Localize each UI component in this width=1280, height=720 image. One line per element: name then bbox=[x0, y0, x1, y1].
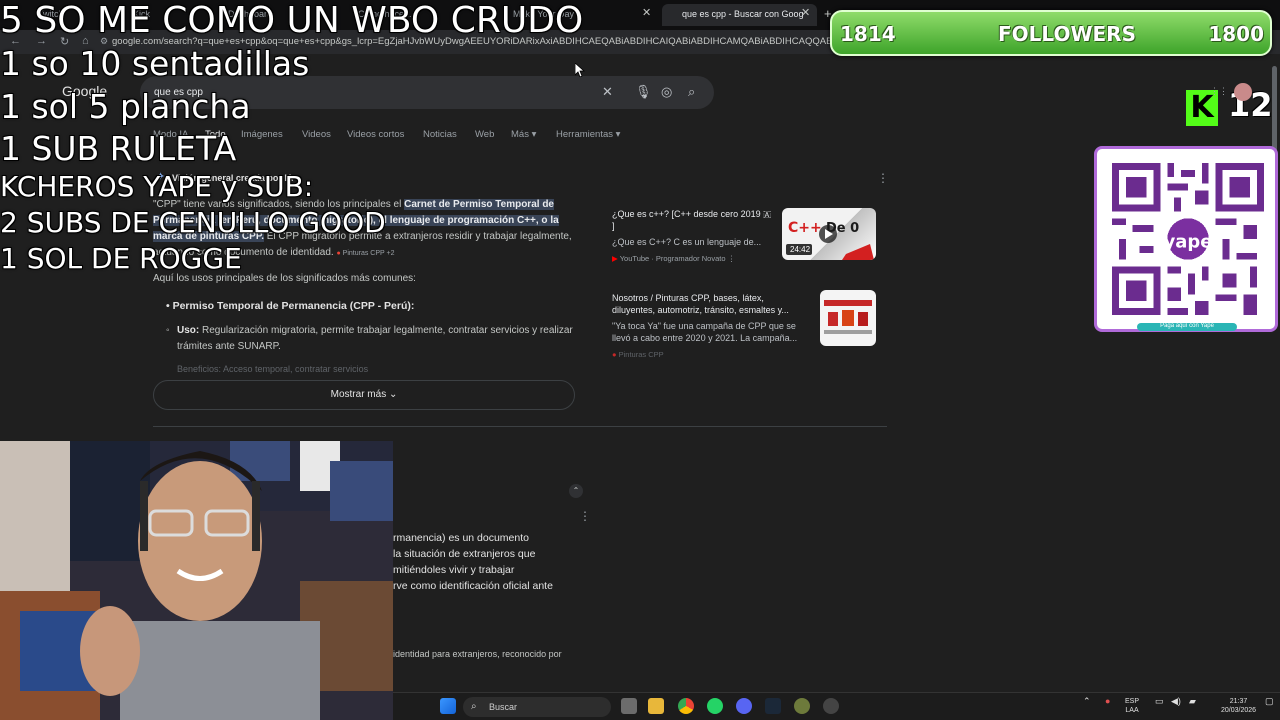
use-label: Uso: bbox=[177, 325, 200, 336]
overlay-line: 2 SUBS DE CENULLO GOOD bbox=[0, 206, 386, 239]
bullet-icon: ◦ bbox=[166, 325, 170, 336]
card-source-label: YouTube · Programador Novato bbox=[619, 254, 726, 263]
apps-grid-icon[interactable]: ⋮⋮ bbox=[1210, 86, 1228, 97]
filter-short-videos[interactable]: Videos cortos bbox=[347, 129, 404, 140]
more-vert-icon[interactable]: ⋮ bbox=[877, 171, 889, 185]
video-thumbnail[interactable]: C++ De 0 24:42 bbox=[782, 208, 876, 260]
tray-chevron-icon[interactable]: ⌃ bbox=[1083, 697, 1091, 706]
faded-text: Beneficios: Acceso temporal, contratar s… bbox=[177, 364, 369, 374]
overlay-line: 1 SOL DE ROGGE bbox=[0, 242, 242, 275]
site-favicon-icon: ● bbox=[612, 350, 617, 359]
pinturas-thumbnail[interactable] bbox=[820, 290, 876, 346]
card-title: Nosotros / Pinturas CPP, bases, látex, d… bbox=[612, 293, 789, 315]
filter-videos[interactable]: Videos bbox=[302, 129, 331, 140]
clock-date: 20/03/2026 bbox=[1221, 707, 1257, 714]
filter-images[interactable]: Imágenes bbox=[241, 129, 283, 140]
clock-time: 21:37 bbox=[1229, 698, 1248, 705]
card-source: ● Pinturas CPP bbox=[612, 350, 882, 359]
overlay-line: 1 so 10 sentadillas bbox=[0, 44, 310, 83]
yape-qr-panel: yape Paga aquí con Yape bbox=[1094, 146, 1278, 332]
windows-start-icon[interactable] bbox=[440, 698, 456, 714]
volume-icon[interactable]: ◀) bbox=[1171, 697, 1181, 706]
divider bbox=[153, 426, 887, 427]
avatar[interactable] bbox=[1234, 83, 1252, 101]
lower-line: rve como identificación oficial ante bbox=[393, 580, 553, 592]
filter-tools[interactable]: Herramientas ▾ bbox=[556, 129, 620, 140]
obs-icon[interactable] bbox=[823, 698, 839, 714]
lower-small-line: identidad para extranjeros, reconocido p… bbox=[393, 649, 562, 659]
filter-web[interactable]: Web bbox=[475, 129, 494, 140]
steam-icon[interactable] bbox=[765, 698, 781, 714]
network-icon[interactable]: ▭ bbox=[1155, 697, 1164, 706]
lang-bottom: LAA bbox=[1125, 707, 1139, 714]
discord-icon[interactable] bbox=[736, 698, 752, 714]
app-icon[interactable] bbox=[794, 698, 810, 714]
followers-current: 1814 bbox=[840, 22, 896, 46]
lens-icon[interactable]: ◎ bbox=[661, 84, 672, 100]
tab-label: que es cpp - Buscar con Goog bbox=[682, 9, 804, 19]
webcam-image bbox=[0, 441, 393, 720]
source-chip[interactable]: ● Pinturas CPP +2 bbox=[336, 250, 394, 257]
source-dot-icon: ● bbox=[336, 250, 341, 257]
battery-icon[interactable]: ▰ bbox=[1189, 697, 1196, 706]
lower-line: mitiéndoles vivir y trabajar bbox=[393, 564, 515, 576]
ai-use-text: ◦ Uso: Regularización migratoria, permite… bbox=[166, 323, 577, 355]
overlay-line: KCHEROS YAPE y SUB: bbox=[0, 170, 314, 203]
mic-icon[interactable]: 🎙 bbox=[635, 84, 652, 100]
filter-news[interactable]: Noticias bbox=[423, 129, 457, 140]
card-title: ¿Que es c++? [C++ desde cero 2019 🇦 ] bbox=[612, 209, 772, 231]
overlay-line: 1 sol 5 plancha bbox=[0, 87, 251, 126]
clock[interactable]: 21:37 20/03/2026 bbox=[1221, 697, 1256, 715]
svg-text:C++: C++ bbox=[788, 220, 822, 236]
scrollbar-thumb[interactable] bbox=[1272, 66, 1277, 156]
mic-icon[interactable]: ● bbox=[1105, 697, 1110, 706]
pinturas-thumbnail-art bbox=[824, 300, 872, 334]
cursor-icon bbox=[575, 63, 585, 77]
file-explorer-icon[interactable] bbox=[648, 698, 664, 714]
screen: Twitch Kick Dashboard Cómo hacer... Make… bbox=[0, 0, 1280, 720]
webcam-feed bbox=[0, 441, 393, 720]
followers-goal: 1800 bbox=[1208, 22, 1264, 46]
ai-bullet-label: Permiso Temporal de Permanencia (CPP - P… bbox=[172, 300, 415, 312]
use-text: Regularización migratoria, permite traba… bbox=[177, 325, 573, 352]
filter-more[interactable]: Más ▾ bbox=[511, 129, 536, 140]
yape-brand: yape bbox=[1164, 231, 1213, 252]
close-icon[interactable]: ✕ bbox=[801, 6, 810, 19]
source-chip-label: Pinturas CPP +2 bbox=[342, 250, 395, 257]
search-icon: ⌕ bbox=[471, 701, 477, 712]
overlay-line: 5 SO ME COMO UN WBO CRUDO bbox=[0, 0, 584, 41]
notification-icon[interactable]: ▢ bbox=[1265, 697, 1274, 706]
windows-taskbar: ⌕ Buscar ⌃ ● ESP LAA ▭ ◀) ▰ 21:37 20/03/202… bbox=[393, 692, 1280, 720]
followers-goal-bar: 1814 FOLLOWERS 1800 bbox=[830, 10, 1272, 56]
video-duration: 24:42 bbox=[790, 245, 811, 254]
qr-code-icon: yape bbox=[1112, 163, 1264, 315]
followers-label: FOLLOWERS bbox=[998, 22, 1136, 46]
card-desc: "Ya toca Ya" fue una campaña de CPP que … bbox=[612, 321, 798, 343]
overlay-line: 1 SUB RULETA bbox=[0, 129, 237, 168]
chevron-up-icon[interactable]: ⌃ bbox=[569, 484, 583, 498]
close-icon[interactable]: ✕ bbox=[642, 6, 651, 19]
lang-top: ESP bbox=[1125, 698, 1140, 705]
show-more-button[interactable]: Mostrar más ⌄ bbox=[153, 380, 575, 410]
lower-line: la situación de extranjeros que bbox=[393, 548, 536, 560]
taskbar-search-label: Buscar bbox=[489, 702, 518, 712]
bullet-icon: • bbox=[166, 300, 173, 312]
chrome-icon[interactable] bbox=[678, 698, 694, 714]
qr-caption: Paga aquí con Yape bbox=[1137, 323, 1237, 331]
search-icon[interactable]: ⌕ bbox=[688, 84, 695, 100]
taskbar-search[interactable]: ⌕ Buscar bbox=[463, 697, 611, 717]
clear-icon[interactable]: ✕ bbox=[602, 84, 613, 100]
task-view-icon[interactable] bbox=[621, 698, 637, 714]
more-vert-icon[interactable]: ⋮ bbox=[728, 254, 736, 263]
youtube-icon: ▶ bbox=[612, 254, 618, 263]
language-indicator[interactable]: ESP LAA bbox=[1125, 697, 1139, 715]
more-vert-icon[interactable]: ⋮ bbox=[579, 509, 591, 523]
lower-line: rmanencia) es un documento bbox=[393, 532, 529, 544]
card-desc: ¿Que es C++? C es un lenguaje de... bbox=[612, 237, 762, 247]
card-source-label: Pinturas CPP bbox=[618, 350, 664, 359]
ai-bullet-heading: • Permiso Temporal de Permanencia (CPP -… bbox=[166, 300, 414, 312]
whatsapp-icon[interactable] bbox=[707, 698, 723, 714]
tab-active[interactable]: que es cpp - Buscar con Goog bbox=[662, 4, 817, 26]
